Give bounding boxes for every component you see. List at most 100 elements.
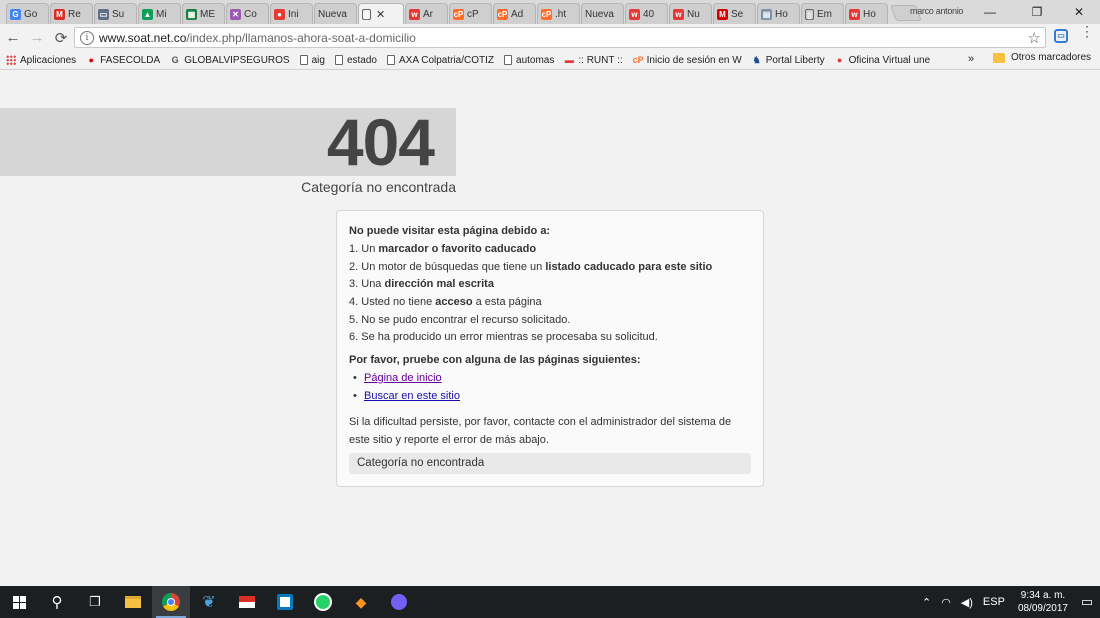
bookmark-label: :: RUNT :: <box>578 54 623 66</box>
tab[interactable]: G Go <box>6 3 49 24</box>
cpanel-icon: cP <box>497 8 508 20</box>
start-button[interactable] <box>0 586 38 618</box>
trello-icon <box>277 594 293 610</box>
tab-label: Ho <box>775 8 788 20</box>
address-bar[interactable]: i www.soat.net.co/index.php/llamanos-aho… <box>74 27 1046 48</box>
other-bookmarks[interactable]: Otros marcadores <box>993 52 1091 63</box>
kite-icon: ◆ <box>355 593 367 610</box>
links-heading: Por favor, pruebe con alguna de las pági… <box>349 354 641 367</box>
bookmarks-bar: Aplicaciones ● FASECOLDA G GLOBALVIPSEGUROS a… <box>0 51 1100 70</box>
reason-pre: Un <box>361 243 379 255</box>
tab-active[interactable]: ▯ ✕ <box>358 3 404 24</box>
reason-pre: Se ha producido un error mientras se pro… <box>361 331 658 344</box>
reason-item: 3. Una dirección mal escrita <box>349 278 751 296</box>
windows-icon <box>12 595 26 609</box>
tab[interactable]: ✕ Co <box>226 3 269 24</box>
tab[interactable]: ▦ ME <box>182 3 225 24</box>
bookmark-item[interactable]: ♞ Portal Liberty <box>752 55 825 66</box>
tab[interactable]: ▭ Su <box>94 3 137 24</box>
file-explorer-button[interactable] <box>114 586 152 618</box>
language-indicator[interactable]: ESP <box>983 596 1005 608</box>
clock[interactable]: 9:34 a. m. 08/09/2017 <box>1018 589 1068 615</box>
profile-name[interactable]: marco antonio <box>910 6 963 16</box>
bookmark-item[interactable]: estado <box>334 55 377 66</box>
forward-button[interactable]: → <box>26 27 48 49</box>
reason-pre: Usted no tiene <box>361 296 436 309</box>
cpanel-icon: cP <box>453 8 464 20</box>
viber-button[interactable] <box>380 586 418 618</box>
bookmark-item[interactable]: ● Oficina Virtual une <box>835 54 931 66</box>
bookmark-star-icon[interactable]: ☆ <box>1028 29 1041 47</box>
reload-button[interactable]: ⟳ <box>50 27 72 49</box>
task-view-button[interactable]: ❐ <box>76 586 114 618</box>
url-text[interactable]: www.soat.net.co/index.php/llamanos-ahora… <box>99 31 416 45</box>
chrome-taskbar-button[interactable] <box>152 586 190 618</box>
bookmark-item[interactable]: AXA Colpatria/COTIZ <box>386 55 494 66</box>
bookmark-item[interactable]: automas <box>504 55 554 66</box>
search-icon: ⚲ <box>51 594 63 611</box>
site-info-icon[interactable]: i <box>80 30 94 45</box>
whatsapp-button[interactable] <box>304 586 342 618</box>
tab[interactable]: ▲ Mi <box>138 3 181 24</box>
tab[interactable]: ▯ Em <box>801 3 844 24</box>
bookmark-label: Portal Liberty <box>765 54 825 66</box>
tab-label: Nu <box>687 8 700 20</box>
notifications-icon[interactable]: ▭ <box>1074 594 1100 610</box>
minimize-button[interactable]: — <box>968 0 1012 24</box>
trello-button[interactable] <box>266 586 304 618</box>
search-button[interactable]: ⚲ <box>38 586 76 618</box>
cpanel-icon: cP <box>632 55 644 65</box>
reasons-heading: No puede visitar esta página debido a: <box>349 225 551 237</box>
page-icon <box>504 55 513 65</box>
app-button-feather[interactable]: ❦ <box>190 586 228 618</box>
bookmark-item[interactable]: cP Inicio de sesión en W <box>633 55 742 66</box>
reason-pre: Un motor de búsquedas que tiene un <box>361 260 546 273</box>
extension-icon[interactable]: ▭ <box>1054 29 1068 43</box>
tab[interactable]: w Ár <box>405 3 448 24</box>
bookmark-label: Oficina Virtual une <box>848 54 931 66</box>
page-icon: ▯ <box>362 8 371 20</box>
tab-label: Nueva <box>318 8 347 20</box>
app-button-kite[interactable]: ◆ <box>342 586 380 618</box>
tab[interactable]: M Se <box>713 3 756 24</box>
restore-button[interactable]: ❐ <box>1015 0 1059 24</box>
tab[interactable]: Nueva <box>581 3 624 24</box>
reason-item: 2. Un motor de búsquedas que tiene un li… <box>349 261 751 279</box>
search-site-link[interactable]: Buscar en este sitio <box>364 390 460 402</box>
une-icon: ● <box>836 55 843 65</box>
url-host: www.soat.net.co <box>99 30 187 45</box>
close-window-button[interactable]: ✕ <box>1057 0 1100 24</box>
google-icon: G <box>10 8 21 20</box>
page-icon: ▯ <box>805 8 814 20</box>
tab[interactable]: M Re <box>50 3 93 24</box>
folder-icon <box>993 52 1005 63</box>
chevron-up-icon[interactable]: ⌃ <box>922 596 931 609</box>
tab[interactable]: ● Ini <box>270 3 313 24</box>
tab[interactable]: w 40 <box>625 3 668 24</box>
tab[interactable]: ▤ Ho <box>757 3 800 24</box>
w-icon: w <box>849 8 860 20</box>
monitor-icon: ▭ <box>98 8 109 20</box>
bookmark-item[interactable]: aig <box>299 55 325 66</box>
tab-close-icon[interactable]: ✕ <box>376 8 385 21</box>
tab-label: Su <box>112 8 125 20</box>
mail-button[interactable] <box>228 586 266 618</box>
wifi-icon[interactable]: ◠ <box>941 596 951 609</box>
volume-icon[interactable]: ◀) <box>961 596 973 609</box>
bookmark-item[interactable]: Aplicaciones <box>6 55 76 66</box>
bookmark-item[interactable]: G GLOBALVIPSEGUROS <box>170 55 290 66</box>
tab[interactable]: Nueva <box>314 3 357 24</box>
tab[interactable]: w Nu <box>669 3 712 24</box>
home-page-link[interactable]: Página de inicio <box>364 372 442 384</box>
tab[interactable]: cP Ad <box>493 3 536 24</box>
bookmarks-overflow-button[interactable]: » <box>968 53 974 65</box>
tab[interactable]: cP .ht <box>537 3 580 24</box>
browser-menu-button[interactable]: ⋮ <box>1080 24 1094 38</box>
bookmark-item[interactable]: ● FASECOLDA <box>86 55 160 66</box>
bookmark-item[interactable]: ▬:: RUNT :: <box>564 54 623 66</box>
contact-note: Si la dificultad persiste, por favor, co… <box>349 416 732 447</box>
back-button[interactable]: ← <box>2 27 24 49</box>
apps-icon <box>6 55 16 65</box>
tab[interactable]: w Ho <box>845 3 888 24</box>
tab[interactable]: cP cP <box>449 3 492 24</box>
